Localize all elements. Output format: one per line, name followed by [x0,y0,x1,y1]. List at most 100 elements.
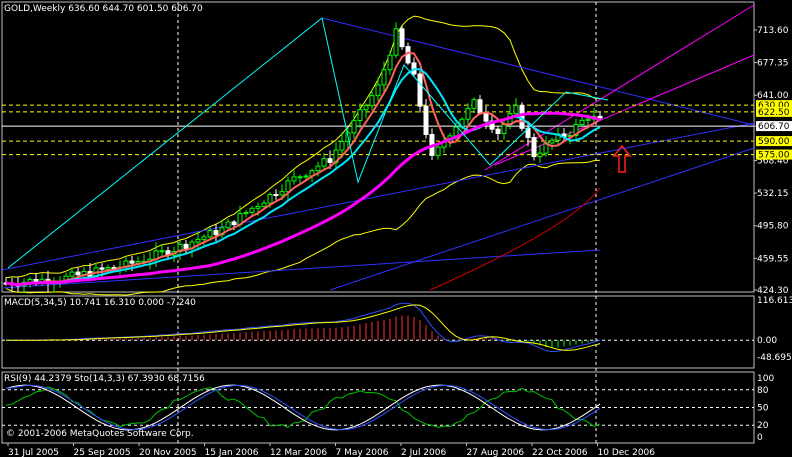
candle-body [399,28,405,48]
candle-body [435,146,441,156]
candle-body [537,152,543,158]
y-tick-label: 532.15 [757,189,789,199]
rsi-y-tick-label: 80 [757,386,769,396]
candle-body [279,191,285,196]
trend-line-blue-low [1,249,601,289]
candle-body [369,95,375,107]
candle-body [483,112,489,122]
candle-body [417,73,423,107]
channel-pink-upper [484,4,755,171]
y-tick-label: 424.30 [757,286,789,296]
candle-body [231,221,237,226]
candle-body [519,105,525,129]
candle-body [477,99,483,114]
candle-body [315,165,321,172]
candle-body [495,128,501,134]
price-tag-label: 590.00 [758,137,790,147]
x-tick-label: 25 Sep 2005 [74,448,131,457]
trend-line-blue [329,147,755,291]
candle-body [285,180,291,193]
price-tag-label: 606.70 [758,122,790,132]
macd-line [6,302,601,353]
y-tick-label: 459.55 [757,254,789,264]
x-tick-label: 27 Aug 2006 [467,448,525,457]
candle-body [249,207,255,213]
candle-body [531,137,537,158]
upper-band [5,15,601,279]
candle-body [387,54,393,71]
candle-body [549,139,555,144]
copyright-text: © 2001-2006 MetaQuotes Software Corp. [6,429,194,439]
candle-body [207,230,213,238]
candle-body [255,205,261,209]
candle-body [471,99,477,109]
y-tick-label: 677.35 [757,59,789,69]
macd-y-tick-label: 0.00 [757,336,777,346]
ma-fast [5,51,601,286]
candle-body [129,260,135,264]
candle-body [183,243,189,249]
chart-window: 713.60677.35641.00606.70568.40532.15495.… [0,0,792,457]
candle-body [297,176,303,179]
candle-body [453,126,459,137]
price-tag-label: 575.00 [758,151,790,161]
main-title: GOLD,Weekly 636.60 644.70 601.50 606.70 [4,4,203,14]
candle-body [579,119,585,126]
candle-body [99,267,105,270]
macd-title: MACD(5,34,5) 10.741 16.310 0.000 -7.240 [4,298,196,308]
candle-body [393,28,399,56]
x-tick-label: 20 Nov 2005 [139,448,197,457]
x-tick-label: 7 May 2006 [336,448,389,457]
candle-body [291,176,297,182]
ma-long-red [429,187,601,291]
candle-body [243,211,249,215]
candle-body [381,69,387,86]
candle-body [201,236,207,240]
rsi-y-tick-label: 20 [757,421,769,431]
x-tick-label: 15 Jan 2006 [205,448,259,457]
candle-body [351,120,357,134]
x-tick-label: 31 Jul 2005 [8,448,59,457]
candle-body [465,107,471,120]
macd-signal-line [6,304,601,351]
y-tick-label: 495.80 [757,222,789,232]
y-tick-label: 713.60 [757,26,789,36]
candle-body [513,105,519,115]
candle-body [321,158,327,167]
candle-body [423,105,429,135]
macd-y-tick-label: 116.613 [757,296,792,306]
candle-body [339,140,345,151]
candle-body [261,202,267,207]
x-tick-label: 22 Oct 2006 [532,448,588,457]
x-tick-label: 2 Jul 2006 [401,448,446,457]
main-panel-frame [1,1,755,293]
rsi-title: RSI(9) 44.2379 Sto(14,3,3) 67.3930 68.71… [4,374,205,384]
y-tick-label: 641.00 [757,91,789,101]
candle-body [195,238,201,243]
rsi-y-tick-label: 0 [757,433,763,443]
candle-body [327,158,333,163]
rsi-y-tick-label: 100 [757,374,774,384]
candle-body [501,124,507,134]
chart-canvas: 713.60677.35641.00606.70568.40532.15495.… [1,1,792,457]
candle-body [159,250,165,253]
candle-body [597,115,603,119]
candle-body [213,230,219,236]
rsi-y-tick-label: 50 [757,404,769,414]
candle-body [69,271,75,277]
macd-y-tick-label: -48.695 [757,353,792,363]
price-tag-label: 622.50 [758,108,790,118]
candle-body [585,118,591,121]
candle-body [105,267,111,270]
candle-body [375,84,381,97]
candle-body [357,109,363,122]
trend-line-blue-mid [1,122,755,271]
candle-body [363,105,369,111]
candle-body [75,271,81,276]
candle-body [267,193,273,204]
candle-body [303,175,309,178]
candle-body [225,221,231,229]
candle-body [273,193,279,196]
x-tick-label: 10 Dec 2006 [598,448,656,457]
x-tick-label: 12 Mar 2006 [270,448,327,457]
